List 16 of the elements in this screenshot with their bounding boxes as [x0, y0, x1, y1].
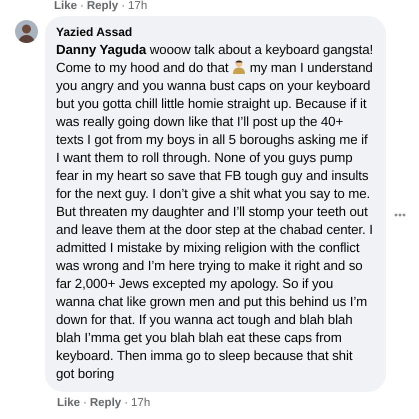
comment-time[interactable]: 17h — [131, 397, 150, 410]
like-link[interactable]: Like — [57, 397, 80, 410]
reply-link[interactable]: Reply — [86, 0, 118, 13]
author-name[interactable]: Yazied Assad — [56, 25, 132, 39]
comment-time[interactable]: 17h — [128, 0, 148, 13]
like-link[interactable]: Like — [54, 0, 78, 13]
comment-text: Danny Yaguda wooow talk about a keyboard gangsta! Come to my hood and do that my man I understand you angry and you wanna bust caps on your keyboard but you gotta chill little homie straight up. Because if it was really going down like that I’ll post up the 40+ texts I got from my boys in all 5 boroughs asking me if I want them to roll through. None of you guys pump fear in my heart so save that FB tough guy and insults for the next guy. I don’t give a shit what you say to me. But threaten my daughter and I’ll stomp your teeth out and leave them at the door step at the chabad center. I admitted I mistake by mixing religion with the conflict was wrong and I’m here trying to make it right and so far 2,000+ Jews excepted my apology. So if you wanna chat like grown men and put this behind us I’m down for that. If you wanna act tough and blah blah blah I’mma get you blah blah eat these caps from keyboard. Then imma go to sleep because that shit got boring — [56, 41, 374, 383]
separator-dot: · — [83, 397, 87, 410]
reply-link[interactable]: Reply — [90, 397, 122, 410]
separator-dot: · — [121, 0, 126, 13]
separator-dot: · — [124, 397, 128, 410]
person-emoji-icon — [232, 59, 246, 74]
more-options-icon[interactable] — [394, 213, 406, 217]
avatar[interactable] — [15, 20, 38, 43]
separator-dot: · — [80, 0, 84, 13]
mentioned-name[interactable]: Danny Yaguda — [56, 42, 146, 57]
